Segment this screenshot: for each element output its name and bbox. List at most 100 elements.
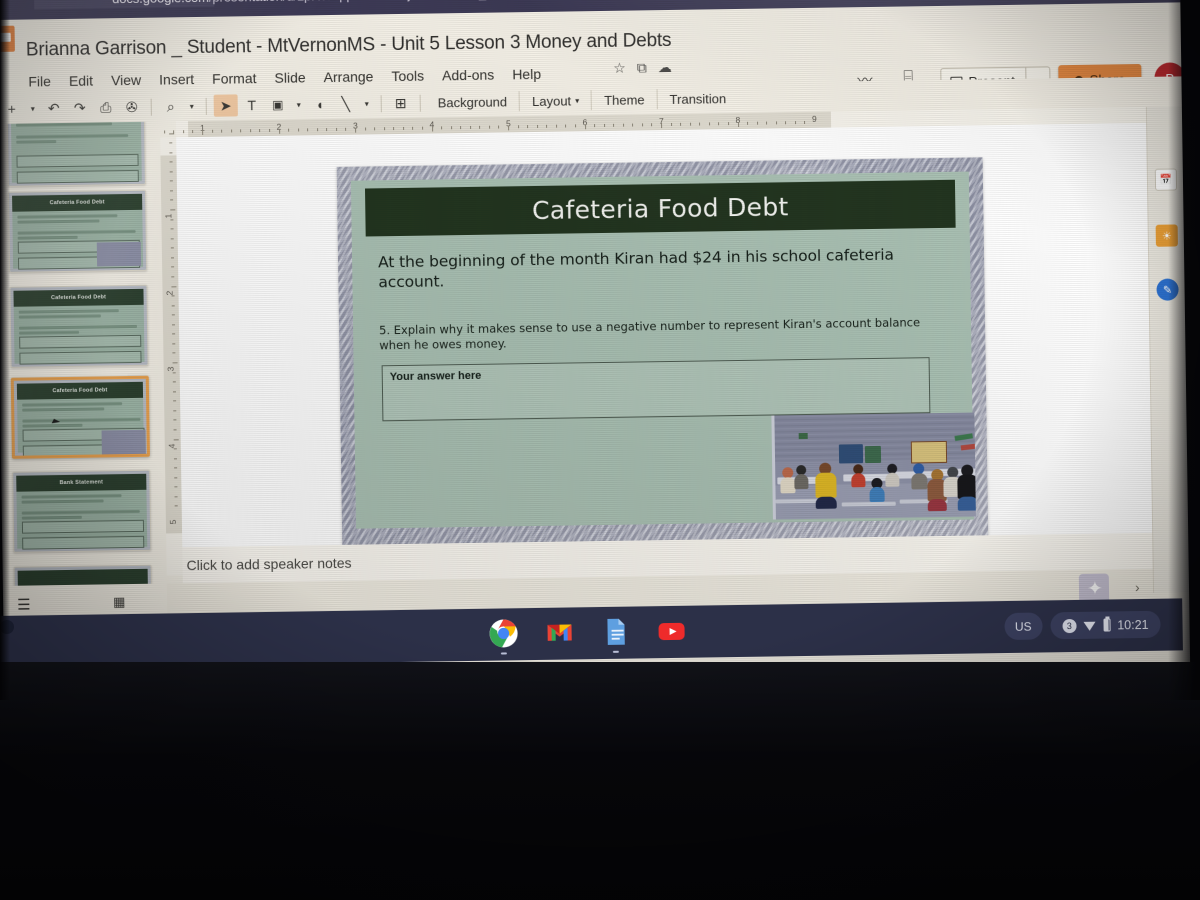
slide-title-text: Cafeteria Food Debt xyxy=(531,191,789,225)
cloud-saved-icon[interactable]: ☁ xyxy=(658,59,672,75)
insert-image-icon[interactable]: ▣ xyxy=(266,94,290,116)
toolbar-divider xyxy=(419,94,421,112)
address-bar[interactable]: docs.google.com/presentation/d/1pRWoppOu… xyxy=(112,0,817,6)
ruler-tick xyxy=(163,130,165,134)
ruler-tick xyxy=(355,127,357,133)
thumbnail-text-line xyxy=(17,235,78,240)
layout-button[interactable]: Layout ▾ xyxy=(522,89,589,112)
keyboard-locale-badge[interactable]: US xyxy=(1004,612,1043,641)
slide-canvas[interactable]: Cafeteria Food Debt At the beginning of … xyxy=(176,122,1189,548)
docs-icon[interactable] xyxy=(600,617,630,653)
menu-edit[interactable]: Edit xyxy=(69,73,93,89)
app-running-dot xyxy=(612,650,619,653)
zoom-icon[interactable]: ⌕ xyxy=(159,95,183,117)
menu-file[interactable]: File xyxy=(28,73,51,89)
thumbnail-text-line xyxy=(18,314,101,319)
ruler-tick xyxy=(169,190,174,192)
slide-filmstrip-panel[interactable]: Cafeteria Food Debt Cafeteria Food Debt Ca… xyxy=(0,121,167,586)
text-box-icon[interactable]: T xyxy=(240,94,264,116)
ruler-tick xyxy=(170,218,174,220)
layout-button-label: Layout xyxy=(531,92,572,109)
ruler-tick xyxy=(172,371,176,373)
thumbnail-image xyxy=(96,241,142,267)
ruler-tick xyxy=(169,151,173,154)
paint-format-icon[interactable]: ✇ xyxy=(120,96,144,118)
menu-addons[interactable]: Add-ons xyxy=(442,67,494,84)
notification-count-badge[interactable]: 3 xyxy=(1062,618,1077,633)
clock-label[interactable]: 10:21 xyxy=(1117,617,1148,631)
slide-thumbnail[interactable]: Cafeteria Food Debt xyxy=(9,284,149,368)
slide-thumbnail[interactable]: Cafeteria Food Debt xyxy=(10,375,150,459)
document-title[interactable]: Brianna Garrison _ Student - MtVernonMS … xyxy=(26,30,672,62)
select-tool-icon[interactable]: ➤ xyxy=(213,94,238,117)
slide-thumbnail[interactable] xyxy=(6,121,146,187)
slide-question-text[interactable]: 5. Explain why it makes sense to use a n… xyxy=(379,315,951,353)
ruler-tick xyxy=(173,448,177,450)
answer-placeholder: Your answer here xyxy=(389,369,482,384)
undo-icon[interactable]: ↶ xyxy=(42,97,66,119)
wifi-icon[interactable] xyxy=(1083,620,1096,630)
background-button[interactable]: Background xyxy=(428,90,518,113)
thumbnail-text-line xyxy=(21,509,140,515)
ruler-tick xyxy=(450,126,452,130)
cafeteria-cartoon-image[interactable] xyxy=(771,412,976,520)
menu-format[interactable]: Format xyxy=(212,70,257,87)
thumbnail-text-line xyxy=(16,140,57,144)
ruler-tick xyxy=(173,400,177,402)
menu-tools[interactable]: Tools xyxy=(391,68,424,84)
ruler-tick xyxy=(174,486,178,488)
slide-body-text[interactable]: At the beginning of the month Kiran had … xyxy=(378,244,941,292)
slide-thumbnail[interactable]: Bank Statement xyxy=(12,469,152,553)
shape-icon[interactable]: ◖ xyxy=(308,93,332,115)
ruler-tick xyxy=(173,419,177,421)
battery-icon[interactable] xyxy=(1103,618,1111,632)
thumbnail-slide-body xyxy=(10,121,142,184)
ruler-tick xyxy=(169,142,173,144)
answer-text-box[interactable]: Your answer here xyxy=(381,357,931,422)
slide-thumbnail[interactable]: Cafeteria Food Debt xyxy=(7,189,148,273)
ruler-tick xyxy=(230,129,232,133)
transition-button[interactable]: Transition xyxy=(659,87,736,110)
menu-slide[interactable]: Slide xyxy=(274,69,305,85)
ruler-tick xyxy=(170,199,174,201)
gmail-icon[interactable] xyxy=(544,617,574,647)
new-slide-caret[interactable]: ▾ xyxy=(26,97,40,119)
star-icon[interactable]: ☆ xyxy=(613,60,626,76)
chrome-icon[interactable] xyxy=(488,618,518,655)
line-icon[interactable]: ╲ xyxy=(334,93,358,115)
student-body xyxy=(957,474,976,499)
thumbnail-title-text: Bank Statement xyxy=(59,479,104,487)
theme-button[interactable]: Theme xyxy=(594,88,655,111)
current-slide[interactable]: Cafeteria Food Debt At the beginning of … xyxy=(336,157,989,545)
new-slide-layout-icon[interactable]: ⊞ xyxy=(389,92,413,114)
menu-view[interactable]: View xyxy=(111,72,141,88)
ruler-tick xyxy=(622,123,624,127)
menu-insert[interactable]: Insert xyxy=(159,71,194,88)
ruler-tick xyxy=(641,123,643,127)
slide-thumbnail[interactable] xyxy=(13,564,153,586)
thumbnail-text-line xyxy=(16,134,129,139)
ruler-tick xyxy=(169,180,173,182)
ruler-tick xyxy=(170,238,174,240)
line-caret[interactable]: ▾ xyxy=(360,92,374,114)
ruler-tick xyxy=(488,125,490,129)
image-caret[interactable]: ▾ xyxy=(292,93,306,115)
system-tray[interactable]: US 3 10:21 xyxy=(1004,610,1161,641)
ruler-tick xyxy=(171,266,175,268)
status-tray[interactable]: 3 10:21 xyxy=(1050,610,1161,640)
thumbnail-slide-body: Bank Statement xyxy=(16,473,148,550)
menu-arrange[interactable]: Arrange xyxy=(323,68,373,85)
move-to-folder-icon[interactable]: ⧉ xyxy=(637,59,647,75)
menu-help[interactable]: Help xyxy=(512,66,541,82)
ruler-tick xyxy=(718,122,720,126)
slide-title-bar[interactable]: Cafeteria Food Debt xyxy=(364,179,956,237)
ruler-tick xyxy=(661,123,663,129)
thumbnail-title-bar: Cafeteria Food Debt xyxy=(12,193,143,212)
ruler-tick xyxy=(431,126,433,132)
ruler-tick xyxy=(240,129,242,133)
zoom-caret[interactable]: ▾ xyxy=(185,95,199,117)
ruler-tick xyxy=(632,123,634,127)
youtube-icon[interactable] xyxy=(656,616,686,646)
print-icon[interactable]: ⎙ xyxy=(94,96,118,118)
redo-icon[interactable]: ↷ xyxy=(68,97,92,119)
